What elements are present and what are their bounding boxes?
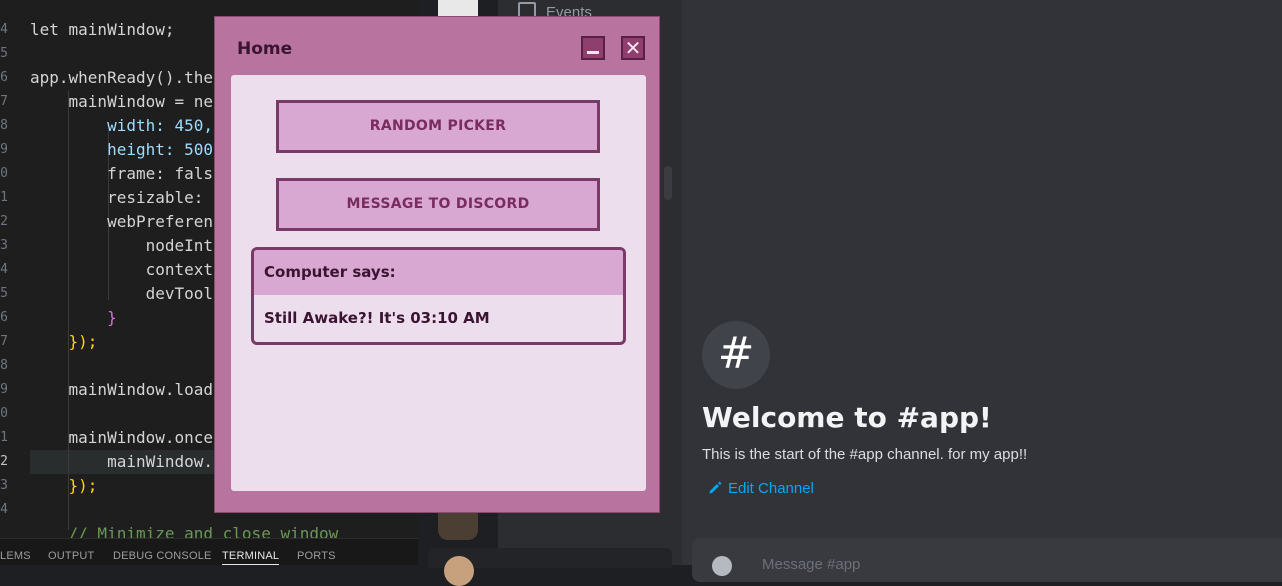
welcome-title: Welcome to #app! (702, 401, 992, 434)
code-line[interactable]: resizable: (30, 186, 213, 210)
code-line[interactable]: mainWindow.once (30, 426, 214, 450)
line-number: 5 (0, 286, 8, 301)
panel-tabs: LEMS OUTPUT DEBUG CONSOLE TERMINAL PORTS (0, 538, 418, 565)
line-number: 0 (0, 406, 8, 421)
tab-debug-console[interactable]: DEBUG CONSOLE (113, 550, 212, 562)
line-number: 2 (0, 214, 8, 229)
line-number: 1 (0, 430, 8, 445)
line-number: 3 (0, 478, 8, 493)
computer-says-message: Still Awake?! It's 03:10 AM (264, 309, 490, 327)
avatar[interactable] (444, 556, 474, 586)
code-line[interactable]: devTool (30, 282, 213, 306)
code-line[interactable]: height: 500 (30, 138, 213, 162)
tab-output[interactable]: OUTPUT (48, 550, 94, 562)
line-number: 2 (0, 454, 8, 469)
line-number: 6 (0, 70, 8, 85)
edit-channel-label: Edit Channel (728, 480, 814, 497)
minimize-button[interactable] (581, 36, 605, 60)
line-number: 9 (0, 382, 8, 397)
app-window[interactable]: Home ✕ RANDOM PICKER MESSAGE TO DISCORD … (214, 16, 660, 513)
computer-says-header: Computer says: (254, 250, 623, 295)
line-number: 8 (0, 358, 8, 373)
code-line[interactable]: }); (30, 330, 98, 354)
line-number: 4 (0, 262, 8, 277)
pencil-icon (709, 481, 722, 494)
code-line[interactable]: }); (30, 474, 98, 498)
tab-terminal[interactable]: TERMINAL (222, 550, 280, 565)
tab-problems[interactable]: LEMS (0, 550, 31, 562)
random-picker-button[interactable]: RANDOM PICKER (276, 100, 600, 153)
line-number: 7 (0, 334, 8, 349)
line-number: 4 (0, 502, 8, 517)
code-line[interactable]: width: 450, (30, 114, 213, 138)
line-number: 0 (0, 166, 8, 181)
window-title: Home (237, 39, 293, 59)
line-number: 5 (0, 46, 8, 61)
line-number: 1 (0, 190, 8, 205)
code-line[interactable]: let mainWindow; (30, 18, 175, 42)
code-line[interactable]: context (30, 258, 213, 282)
close-button[interactable]: ✕ (621, 36, 645, 60)
computer-says-panel: Computer says: Still Awake?! It's 03:10 … (251, 247, 626, 345)
welcome-subtitle: This is the start of the #app channel. f… (702, 446, 1028, 463)
line-number: 7 (0, 94, 8, 109)
code-line[interactable]: mainWindow. (30, 450, 213, 474)
tab-ports[interactable]: PORTS (297, 550, 336, 562)
line-number: 3 (0, 238, 8, 253)
sidebar-scrollbar[interactable] (664, 166, 672, 200)
message-to-discord-button[interactable]: MESSAGE TO DISCORD (276, 178, 600, 231)
add-attachment-icon[interactable] (712, 556, 732, 576)
line-number: 9 (0, 142, 8, 157)
code-line[interactable]: frame: fals (30, 162, 213, 186)
code-line[interactable]: mainWindow = ne (30, 90, 214, 114)
code-line[interactable]: } (30, 306, 117, 330)
line-number: 6 (0, 310, 8, 325)
line-number-gutter: 4 5 6 7 8 9 0 1 2 3 4 5 6 7 8 9 0 1 2 3 4 (0, 0, 14, 540)
code-line[interactable]: webPreferen (30, 210, 213, 234)
channel-hash-icon: # (702, 321, 770, 389)
code-line[interactable]: app.whenReady().the (30, 66, 213, 90)
code-line[interactable]: mainWindow.load (30, 378, 214, 402)
code-line[interactable]: nodeInt (30, 234, 213, 258)
edit-channel-link[interactable]: Edit Channel (708, 480, 814, 497)
line-number: 8 (0, 118, 8, 133)
line-number: 4 (0, 22, 8, 37)
app-content: RANDOM PICKER MESSAGE TO DISCORD Compute… (231, 75, 646, 491)
